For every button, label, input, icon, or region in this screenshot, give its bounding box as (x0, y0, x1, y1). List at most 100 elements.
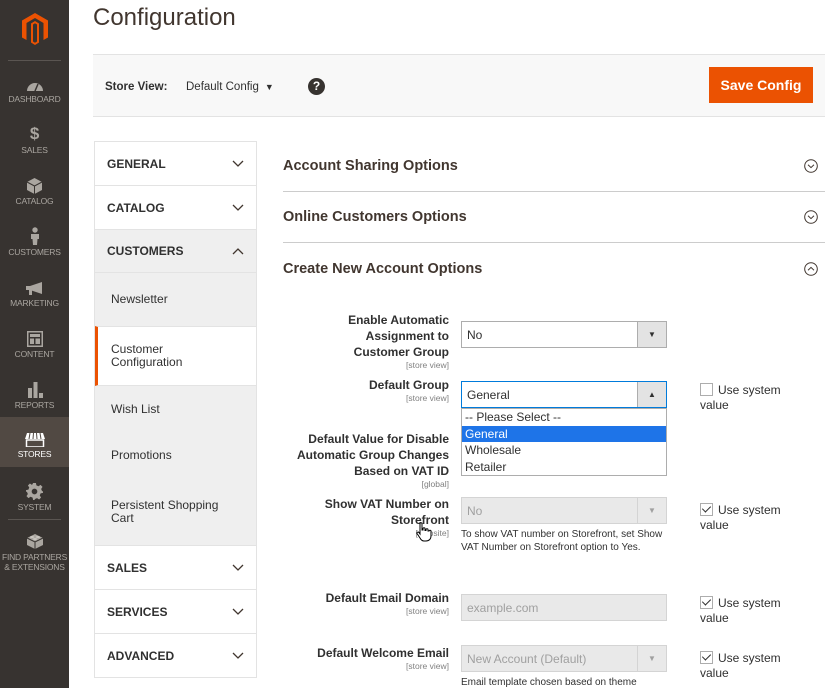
nav-item-marketing[interactable]: MARKETING (0, 270, 69, 321)
tab-item-persistent-shopping-cart[interactable]: Persistent Shopping Cart (95, 479, 256, 545)
tab-advanced[interactable]: ADVANCED (95, 634, 256, 677)
use-system-checkbox[interactable] (700, 596, 713, 609)
chevron-down-icon (232, 606, 244, 618)
label-text: Default Group (369, 378, 449, 392)
label-text: Default Value for Disable Automatic Grou… (296, 432, 449, 478)
field-note: To show VAT number on Storefront, set Sh… (461, 529, 663, 553)
store-view-bar: Store View: Default Config ▼ ? Save Confi… (93, 54, 825, 117)
tab-item-customer-configuration[interactable]: Customer Configuration (95, 326, 256, 386)
layout-icon (26, 331, 43, 347)
tab-label: GENERAL (107, 156, 166, 171)
dropdown-option-selected[interactable]: General (462, 425, 666, 442)
field-label: Enable Automatic Assignment to Customer … (283, 312, 449, 370)
section-title: Online Customers Options (283, 209, 467, 225)
nav-item-sales[interactable]: $ SALES (0, 117, 69, 168)
select-value: General (467, 388, 510, 402)
nav-label: CUSTOMERS (8, 247, 61, 257)
caret-down-icon: ▼ (637, 498, 666, 523)
use-system-checkbox[interactable] (700, 383, 713, 396)
show-vat-use-system[interactable]: Use system value (700, 503, 800, 533)
nav-label: REPORTS (14, 400, 55, 410)
nav-item-dashboard[interactable]: DASHBOARD (0, 66, 69, 117)
store-view-switcher[interactable]: Default Config ▼ (186, 81, 274, 93)
caret-up-icon: ▲ (637, 382, 666, 407)
dropdown-option[interactable]: Retailer (462, 459, 666, 476)
section-account-sharing[interactable]: Account Sharing Options (283, 141, 825, 192)
label-text: Default Email Domain (325, 591, 449, 605)
tab-catalog[interactable]: CATALOG (95, 186, 256, 229)
nav-label: SALES (21, 145, 48, 155)
help-icon[interactable]: ? (308, 78, 325, 95)
default-group-select[interactable]: General ▲ (461, 381, 667, 408)
nav-label: SYSTEM (17, 502, 52, 512)
label-text: Enable Automatic Assignment to Customer … (348, 313, 449, 359)
nav-item-catalog[interactable]: CATALOG (0, 168, 69, 219)
field-label: Default Welcome Email [store view] (283, 645, 449, 671)
field-note: Email template chosen based on theme (461, 677, 637, 688)
section-title: Create New Account Options (283, 260, 483, 277)
tab-group-general: GENERAL (95, 142, 256, 186)
config-sections: Account Sharing Options Online Customers… (283, 141, 825, 294)
chevron-down-icon (232, 562, 244, 574)
tab-sales[interactable]: SALES (95, 546, 256, 589)
auto-assign-select[interactable]: No ▼ (461, 321, 667, 348)
nav-item-customers[interactable]: CUSTOMERS (0, 219, 69, 270)
field-scope: [global] (421, 479, 449, 489)
show-vat-select[interactable]: No ▼ (461, 497, 667, 524)
circle-chevron-up-icon (804, 261, 818, 276)
field-label: Default Email Domain [store view] (283, 590, 449, 616)
nav-label: STORES (17, 449, 52, 459)
tab-label: SERVICES (107, 604, 168, 619)
use-system-checkbox[interactable] (700, 503, 713, 516)
select-value: New Account (Default) (467, 652, 587, 666)
save-config-button[interactable]: Save Config (709, 67, 813, 103)
customers-subitems: Newsletter Customer Configuration Wish L… (95, 273, 256, 545)
magento-logo[interactable] (0, 0, 69, 58)
nav-label: DASHBOARD (8, 94, 61, 104)
hand-cursor-icon (416, 522, 432, 542)
input-value: example.com (467, 601, 539, 615)
chevron-down-icon (232, 158, 244, 170)
default-group-use-system[interactable]: Use system value (700, 383, 800, 413)
tab-item-label: Newsletter (111, 291, 168, 306)
tab-services[interactable]: SERVICES (95, 590, 256, 633)
megaphone-icon (25, 282, 42, 295)
field-label: Default Value for Disable Automatic Grou… (283, 431, 449, 489)
chevron-up-icon (232, 245, 244, 257)
tab-item-label: Persistent Shopping Cart (111, 497, 219, 525)
use-system-checkbox[interactable] (700, 651, 713, 664)
tab-group-catalog: CATALOG (95, 186, 256, 230)
person-icon (30, 227, 39, 245)
section-online-customers[interactable]: Online Customers Options (283, 192, 825, 243)
nav-item-content[interactable]: CONTENT (0, 321, 69, 372)
select-value: No (467, 328, 483, 342)
tab-item-newsletter[interactable]: Newsletter (95, 273, 256, 326)
nav-item-system[interactable]: SYSTEM (0, 474, 69, 525)
nav-item-reports[interactable]: REPORTS (0, 372, 69, 423)
storefront-icon (24, 433, 45, 447)
page-title: Configuration (93, 4, 236, 31)
email-domain-use-system[interactable]: Use system value (700, 596, 800, 626)
dropdown-option[interactable]: Wholesale (462, 442, 666, 459)
nav-item-stores[interactable]: STORES (0, 417, 69, 467)
bar-chart-icon (27, 382, 43, 398)
tab-customers[interactable]: CUSTOMERS (95, 230, 256, 273)
welcome-email-use-system[interactable]: Use system value (700, 651, 800, 681)
box-icon (27, 178, 42, 194)
tab-general[interactable]: GENERAL (95, 142, 256, 185)
caret-down-icon: ▼ (637, 646, 666, 671)
nav-item-find-partners[interactable]: FIND PARTNERS & EXTENSIONS (0, 524, 69, 574)
tab-group-customers: CUSTOMERS Newsletter Customer Configurat… (95, 230, 256, 546)
nav-label: FIND PARTNERS & EXTENSIONS (1, 552, 68, 572)
select-value: No (467, 504, 483, 518)
tab-item-wish-list[interactable]: Wish List (95, 386, 256, 433)
section-create-new-account[interactable]: Create New Account Options (283, 243, 825, 294)
tab-group-sales: SALES (95, 546, 256, 590)
field-label: Default Group [store view] (283, 377, 449, 403)
email-domain-input[interactable]: example.com (461, 594, 667, 621)
welcome-email-select[interactable]: New Account (Default) ▼ (461, 645, 667, 672)
tab-item-promotions[interactable]: Promotions (95, 433, 256, 479)
nav-divider (8, 60, 61, 61)
dropdown-option[interactable]: -- Please Select -- (462, 409, 666, 426)
circle-chevron-down-icon (804, 159, 818, 173)
